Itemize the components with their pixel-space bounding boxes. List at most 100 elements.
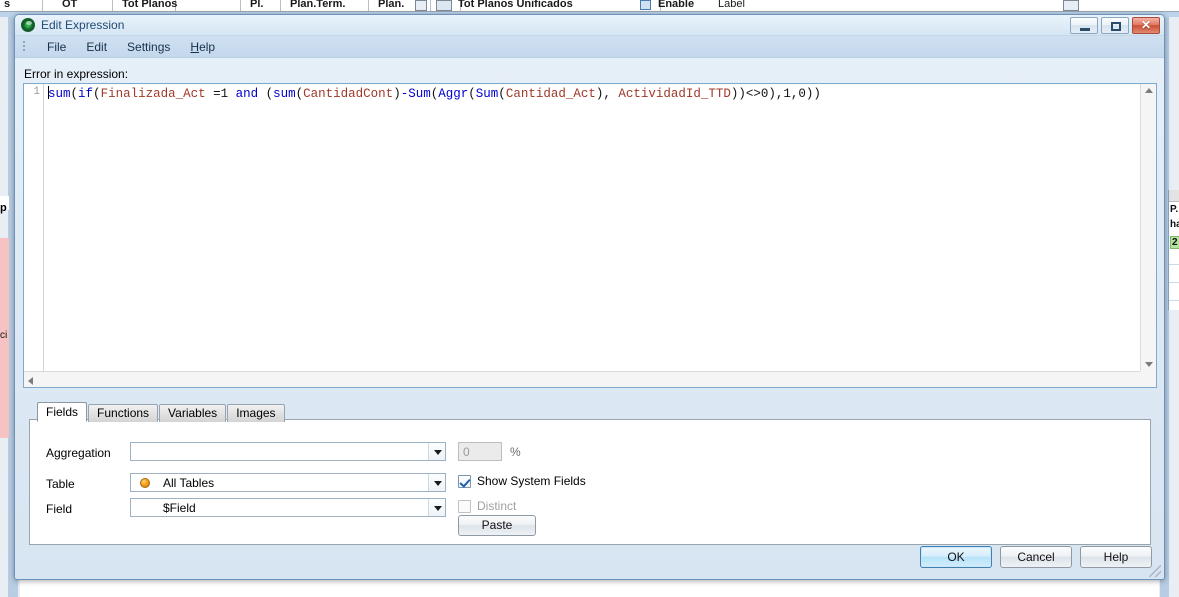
bg-cell-tot-planos-unificados: Tot Planos Unificados	[458, 0, 573, 10]
scroll-up-arrow-icon[interactable]	[1145, 88, 1153, 93]
minimize-button[interactable]	[1070, 17, 1098, 34]
editor-horizontal-scrollbar[interactable]	[24, 371, 1140, 387]
bg-cell-ot: OT	[62, 0, 78, 10]
menu-bar: File Edit Settings Help	[15, 36, 1164, 58]
bg-cell-plan: Plan.	[378, 0, 405, 10]
code-token: (	[498, 87, 506, 101]
chevron-down-icon[interactable]	[428, 499, 445, 516]
editor-vertical-scrollbar[interactable]	[1140, 84, 1156, 371]
show-system-fields-checkbox[interactable]: Show System Fields	[458, 474, 586, 488]
checkbox-unchecked-icon	[458, 499, 471, 513]
code-token: )	[393, 87, 401, 101]
fields-panel: Aggregation 0 % Table All Tables Field $…	[29, 419, 1151, 545]
maximize-icon	[1111, 22, 1121, 31]
dialog-titlebar[interactable]: Edit Expression ✕	[15, 15, 1164, 36]
cancel-button[interactable]: Cancel	[1000, 546, 1072, 568]
parent-toolbar-strip: s OT Tot Planos Pl. Plan.Term. Plan. Tot…	[0, 0, 1179, 12]
menu-item-edit[interactable]: Edit	[76, 39, 117, 55]
table-label: Table	[46, 477, 75, 491]
table-value: All Tables	[163, 476, 215, 490]
tab-variables[interactable]: Variables	[159, 404, 227, 422]
parent-left-pink-text: ci	[0, 330, 8, 341]
scrollbar-corner	[1140, 371, 1156, 387]
bg-cell-s: s	[4, 0, 11, 10]
code-token: Sum	[408, 87, 431, 101]
chevron-down-icon[interactable]	[428, 443, 445, 460]
code-token: Finalizada_Act	[100, 87, 206, 101]
qlikview-logo-icon	[21, 18, 35, 32]
parent-right-listbox-header	[1169, 190, 1179, 202]
code-token: sum	[48, 87, 71, 101]
aggregation-combo[interactable]	[130, 442, 446, 461]
bg-right-box-icon	[1063, 0, 1079, 11]
code-token: Sum	[475, 87, 499, 101]
error-label: Error in expression:	[24, 67, 129, 81]
tab-functions[interactable]: Functions	[88, 404, 159, 422]
parent-right-line1: P.	[1170, 204, 1179, 215]
tab-fields[interactable]: Fields	[37, 402, 88, 422]
scroll-down-arrow-icon[interactable]	[1145, 362, 1153, 367]
code-token: Aggr	[438, 87, 469, 101]
bg-grid-icon	[436, 0, 452, 11]
editor-line-number: 1	[33, 86, 40, 98]
code-token: CantidadCont	[303, 87, 394, 101]
checkbox-checked-icon	[458, 474, 471, 488]
code-token: ))<>0),1,0))	[730, 87, 821, 101]
code-token: (	[468, 87, 476, 101]
show-system-fields-label: Show System Fields	[477, 474, 586, 488]
parent-right-line2: ha	[1170, 219, 1179, 230]
resize-grip[interactable]	[1149, 565, 1161, 577]
bg-cell-pl: Pl.	[250, 0, 264, 10]
edit-expression-dialog: Edit Expression ✕ File Edit Settings Hel…	[14, 14, 1165, 580]
table-combo[interactable]: All Tables	[130, 473, 446, 492]
menu-drag-grip[interactable]	[23, 41, 25, 53]
code-token: (	[70, 87, 79, 101]
close-button[interactable]: ✕	[1132, 17, 1160, 34]
code-token: ActividadId_TTD	[618, 87, 731, 101]
aggregation-label: Aggregation	[46, 446, 111, 460]
field-combo[interactable]: $Field	[130, 498, 446, 517]
window-controls: ✕	[1070, 17, 1160, 34]
maximize-button[interactable]	[1101, 17, 1129, 34]
editor-gutter: 1	[24, 84, 44, 387]
tab-images[interactable]: Images	[227, 404, 285, 422]
distinct-checkbox: Distinct	[458, 499, 516, 513]
help-button[interactable]: Help	[1080, 546, 1152, 568]
code-token: (	[258, 87, 274, 101]
paste-button[interactable]: Paste	[458, 515, 536, 536]
code-token: and	[235, 87, 259, 101]
scroll-left-arrow-icon[interactable]	[28, 377, 33, 385]
menu-item-settings[interactable]: Settings	[117, 39, 180, 55]
menu-item-file[interactable]: File	[37, 39, 76, 55]
parent-left-glyph: p	[0, 202, 7, 214]
percent-input[interactable]: 0	[458, 442, 502, 461]
bg-small-box-icon	[415, 0, 427, 11]
field-label: Field	[46, 502, 73, 516]
close-icon: ✕	[1140, 18, 1152, 32]
parent-right-listbox: P. ha 2	[1168, 190, 1179, 310]
table-bullet-icon	[140, 478, 150, 488]
code-token: sum	[273, 87, 296, 101]
distinct-label: Distinct	[477, 499, 517, 513]
field-value: $Field	[163, 501, 196, 515]
minimize-icon	[1080, 28, 1090, 31]
code-token: =1	[205, 87, 236, 101]
dialog-title: Edit Expression	[41, 18, 125, 32]
bg-enable-checkbox	[640, 0, 651, 10]
bg-cell-enable: Enable	[658, 0, 695, 10]
expression-code[interactable]: sum(if(Finalizada_Act =1 and (sum(Cantid…	[48, 86, 1138, 102]
menu-item-help[interactable]: Help	[180, 39, 225, 55]
chevron-down-icon[interactable]	[428, 474, 445, 491]
code-token: Cantidad_Act	[505, 87, 596, 101]
percent-suffix-label: %	[510, 445, 521, 459]
ok-button[interactable]: OK	[920, 546, 992, 568]
code-token: (	[93, 87, 101, 101]
expression-editor[interactable]: 1 sum(if(Finalizada_Act =1 and (sum(Cant…	[23, 83, 1157, 388]
bg-cell-label: Label	[718, 0, 745, 10]
code-token: ),	[595, 87, 619, 101]
bg-cell-plan-term: Plan.Term.	[290, 0, 346, 10]
code-token: if	[78, 87, 94, 101]
parent-right-selected-cell: 2	[1170, 236, 1179, 249]
bg-cell-tot-planos: Tot Planos	[122, 0, 178, 10]
bottom-tabstrip: Fields Functions Variables Images	[37, 402, 286, 422]
